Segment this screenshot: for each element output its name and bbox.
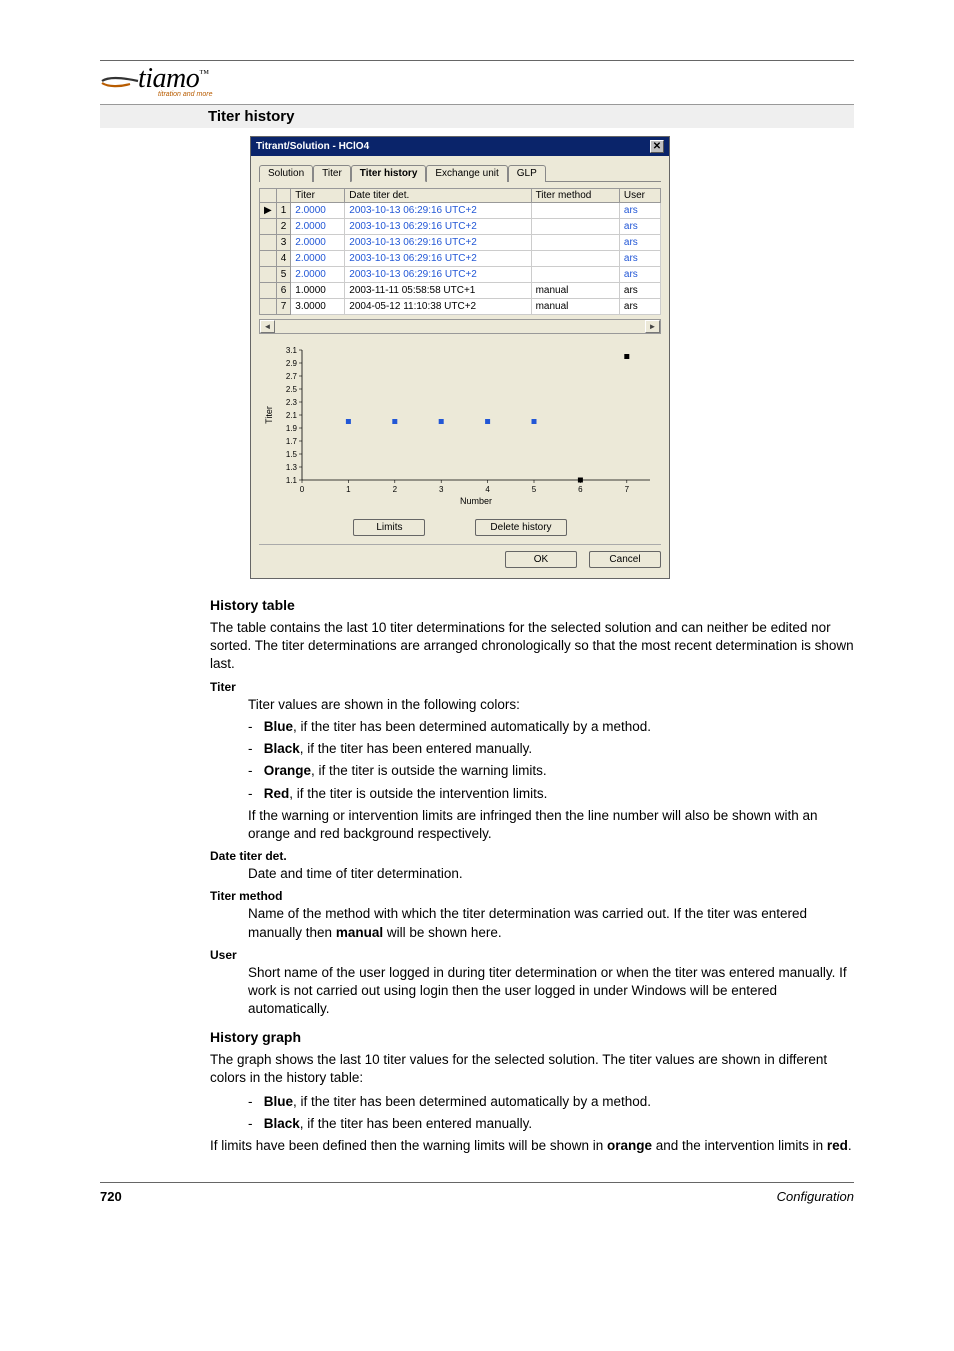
svg-text:2.1: 2.1	[286, 411, 298, 420]
col-header	[276, 189, 291, 203]
dialog-titrant-solution: Titrant/Solution - HClO4 ✕ SolutionTiter…	[250, 136, 670, 579]
ok-button[interactable]: OK	[505, 551, 577, 568]
def-date-body: Date and time of titer determination.	[248, 865, 854, 883]
scroll-left-icon[interactable]: ◄	[260, 320, 275, 333]
history-graph-note: If limits have been defined then the war…	[210, 1137, 854, 1155]
svg-text:1.9: 1.9	[286, 424, 298, 433]
limits-button[interactable]: Limits	[353, 519, 425, 536]
svg-text:0: 0	[300, 485, 305, 494]
dialog-title: Titrant/Solution - HClO4	[256, 141, 369, 152]
svg-text:2: 2	[393, 485, 398, 494]
def-method-label: Titer method	[210, 889, 854, 903]
def-user-body: Short name of the user logged in during …	[248, 964, 854, 1019]
svg-text:7: 7	[625, 485, 630, 494]
titer-color-item: - Black, if the titer has been entered m…	[248, 740, 854, 758]
svg-text:2.5: 2.5	[286, 385, 298, 394]
col-header	[260, 189, 277, 203]
tab-titer-history[interactable]: Titer history	[351, 165, 427, 182]
svg-text:5: 5	[532, 485, 537, 494]
titer-plot-wrap: 1.1 1.3 1.5 1.7 1.9 2.1 2.3 2.5 2.7 2.9 3.1 0 1 2 3 4 5 6…	[259, 340, 661, 513]
table-row[interactable]: 32.00002003-10-13 06:29:16 UTC+2ars	[260, 235, 661, 251]
history-table-wrap: TiterDate titer det.Titer methodUser▶12.…	[259, 188, 661, 315]
section-title: Titer history	[208, 108, 848, 125]
tab-exchange-unit[interactable]: Exchange unit	[426, 165, 507, 182]
col-header: User	[619, 189, 660, 203]
def-titer-intro: Titer values are shown in the following …	[248, 696, 854, 714]
svg-text:1.1: 1.1	[286, 476, 298, 485]
col-header: Titer	[291, 189, 345, 203]
graph-color-item: - Blue, if the titer has been determined…	[248, 1093, 854, 1111]
col-header: Date titer det.	[345, 189, 531, 203]
def-date-label: Date titer det.	[210, 849, 854, 863]
tab-strip: SolutionTiterTiter historyExchange unitG…	[259, 164, 661, 182]
def-titer-note: If the warning or intervention limits ar…	[248, 807, 854, 843]
h-scrollbar[interactable]: ◄ ►	[259, 319, 661, 334]
logo-tm: ™	[199, 69, 208, 80]
tab-glp[interactable]: GLP	[508, 165, 546, 182]
cancel-button[interactable]: Cancel	[589, 551, 661, 568]
history-graph-heading: History graph	[210, 1029, 854, 1045]
svg-text:6: 6	[578, 485, 583, 494]
logo-text: tiamo	[138, 63, 199, 94]
svg-text:1.7: 1.7	[286, 437, 298, 446]
history-graph-intro: The graph shows the last 10 titer values…	[210, 1051, 854, 1087]
logo-swoosh-icon	[100, 67, 142, 93]
def-user-label: User	[210, 948, 854, 962]
dialog-titlebar: Titrant/Solution - HClO4 ✕	[251, 137, 669, 156]
col-header: Titer method	[531, 189, 619, 203]
scroll-track[interactable]	[275, 320, 645, 333]
tab-titer[interactable]: Titer	[313, 165, 351, 182]
svg-text:1: 1	[346, 485, 351, 494]
graph-color-item: - Black, if the titer has been entered m…	[248, 1115, 854, 1133]
svg-text:3: 3	[439, 485, 444, 494]
svg-text:4: 4	[485, 485, 490, 494]
delete-history-button[interactable]: Delete history	[475, 519, 566, 536]
svg-text:1.3: 1.3	[286, 463, 298, 472]
table-row[interactable]: 42.00002003-10-13 06:29:16 UTC+2ars	[260, 251, 661, 267]
titer-plot: 1.1 1.3 1.5 1.7 1.9 2.1 2.3 2.5 2.7 2.9 3.1 0 1 2 3 4 5 6…	[259, 340, 661, 510]
page-number: 720	[100, 1189, 122, 1204]
svg-text:2.7: 2.7	[286, 372, 298, 381]
svg-text:1.5: 1.5	[286, 450, 298, 459]
svg-text:2.3: 2.3	[286, 398, 298, 407]
svg-text:Number: Number	[460, 496, 492, 506]
tab-solution[interactable]: Solution	[259, 165, 313, 182]
logo: tiamo™ titration and more	[100, 63, 854, 98]
scroll-right-icon[interactable]: ►	[645, 320, 660, 333]
close-icon[interactable]: ✕	[650, 140, 664, 153]
logo-tagline: titration and more	[158, 91, 854, 98]
def-titer-label: Titer	[210, 680, 854, 694]
table-row[interactable]: 61.00002003-11-11 05:58:58 UTC+1manualar…	[260, 283, 661, 299]
table-row[interactable]: ▶12.00002003-10-13 06:29:16 UTC+2ars	[260, 203, 661, 219]
titer-color-item: - Red, if the titer is outside the inter…	[248, 785, 854, 803]
table-row[interactable]: 73.00002004-05-12 11:10:38 UTC+2manualar…	[260, 299, 661, 315]
def-method-body: Name of the method with which the titer …	[248, 905, 854, 941]
table-row[interactable]: 52.00002003-10-13 06:29:16 UTC+2ars	[260, 267, 661, 283]
svg-text:2.9: 2.9	[286, 359, 298, 368]
titer-history-table: TiterDate titer det.Titer methodUser▶12.…	[259, 188, 661, 315]
history-table-intro: The table contains the last 10 titer det…	[210, 619, 854, 674]
svg-text:Titer: Titer	[264, 406, 274, 424]
footer-section: Configuration	[777, 1189, 854, 1204]
table-row[interactable]: 22.00002003-10-13 06:29:16 UTC+2ars	[260, 219, 661, 235]
svg-text:3.1: 3.1	[286, 346, 298, 355]
titer-color-item: - Blue, if the titer has been determined…	[248, 718, 854, 736]
titer-color-item: - Orange, if the titer is outside the wa…	[248, 762, 854, 780]
section-bar: Titer history	[100, 104, 854, 128]
history-table-heading: History table	[210, 597, 854, 613]
